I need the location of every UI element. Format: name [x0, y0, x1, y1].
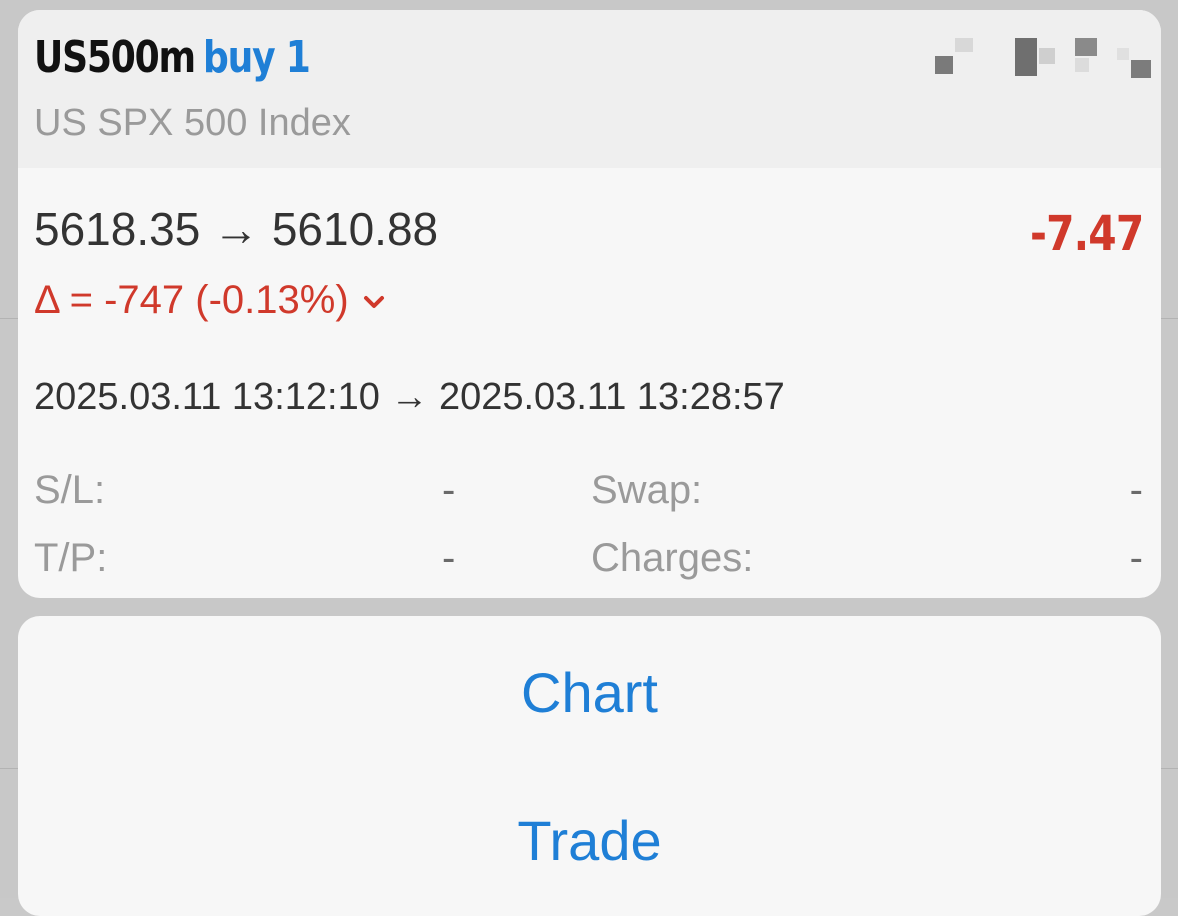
profit-value: -7.47: [1029, 206, 1144, 262]
price-delta[interactable]: Δ = -747 (-0.13%): [34, 278, 385, 323]
tp-value: -: [442, 536, 456, 580]
trade-button[interactable]: Trade: [18, 808, 1161, 873]
sl-label: S/L:: [34, 468, 106, 512]
redacted-account-id: [935, 38, 1151, 84]
chevron-down-icon: [363, 295, 384, 308]
symbol-description: US SPX 500 Index: [34, 102, 351, 144]
position-header: US500m buy 1 US SPX 500 Index: [18, 10, 1161, 168]
chart-button[interactable]: Chart: [18, 660, 1161, 725]
swap-value: -: [1129, 468, 1143, 512]
side-volume: buy 1: [203, 32, 311, 83]
position-title: US500m buy 1: [34, 32, 311, 83]
delta-text: Δ = -747 (-0.13%): [34, 278, 349, 322]
sl-value: -: [442, 468, 456, 512]
swap-label: Swap:: [591, 468, 703, 512]
position-details-card: US500m buy 1 US SPX 500 Index 5618.35 → 5…: [18, 10, 1161, 598]
charges-label: Charges:: [591, 536, 754, 580]
charges-value: -: [1129, 536, 1143, 580]
action-sheet: Chart Trade: [18, 616, 1161, 916]
open-close-prices: 5618.35 → 5610.88: [34, 203, 439, 255]
symbol-name: US500m: [34, 32, 196, 83]
tp-label: T/P:: [34, 536, 108, 580]
open-close-times: 2025.03.11 13:12:10 → 2025.03.11 13:28:5…: [34, 376, 785, 418]
